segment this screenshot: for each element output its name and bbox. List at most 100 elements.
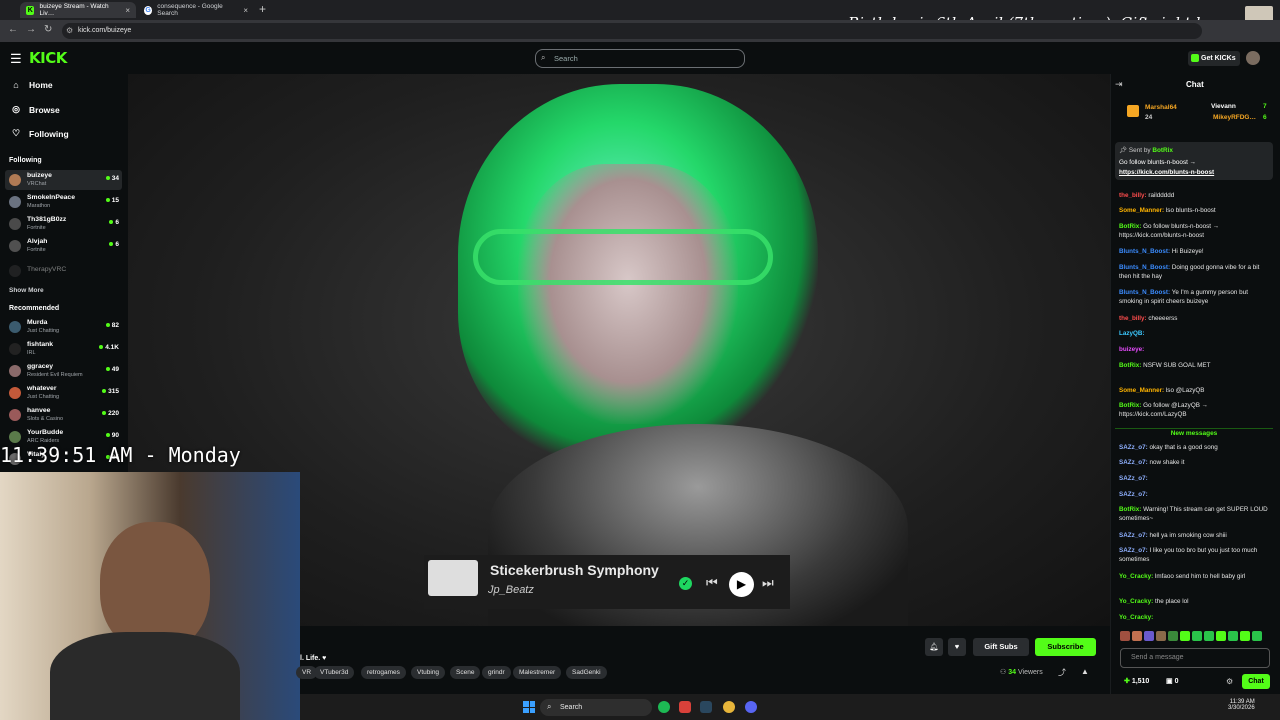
chat-username[interactable]: buizeye: bbox=[1119, 346, 1144, 353]
leaderboard-name[interactable]: Marshal64 bbox=[1145, 104, 1177, 111]
start-tile bbox=[529, 701, 535, 707]
chat-username[interactable]: Blunts_N_Boost: bbox=[1119, 264, 1170, 271]
channel-item[interactable]: Th381gB0zz Fortnite 6 bbox=[5, 214, 122, 234]
channel-item[interactable]: SmokeInPeace Marathon 15 bbox=[5, 192, 122, 212]
new-tab-button[interactable]: + bbox=[259, 2, 266, 16]
channel-item[interactable]: Murda Just Chatting 82 bbox=[5, 317, 122, 337]
channel-item[interactable]: hanvee Slots & Casino 220 bbox=[5, 405, 122, 425]
discord-icon[interactable] bbox=[745, 701, 757, 713]
close-tab-icon[interactable]: × bbox=[243, 6, 248, 15]
chat-username[interactable]: LazyQB: bbox=[1119, 330, 1145, 337]
channel-item[interactable]: ggracey Resident Evil Requiem 49 bbox=[5, 361, 122, 381]
avatar[interactable] bbox=[1246, 51, 1260, 65]
chat-username[interactable]: SAZz_o7: bbox=[1119, 475, 1148, 482]
browser-tab-google[interactable]: G consequence - Google Search × bbox=[138, 2, 254, 18]
previous-track-icon[interactable]: ⏮ bbox=[706, 575, 718, 591]
pinned-link[interactable]: https://kick.com/blunts-n-boost bbox=[1119, 169, 1214, 176]
chat-username[interactable]: SAZz_o7: bbox=[1119, 444, 1148, 451]
chat-username[interactable]: the_billy: bbox=[1119, 192, 1147, 199]
play-button[interactable]: ▶ bbox=[729, 572, 754, 597]
gift-subs-button[interactable]: Gift Subs bbox=[973, 638, 1029, 656]
channel-item[interactable]: Alvjah Fortnite 6 bbox=[5, 236, 122, 256]
chat-username[interactable]: Yo_Cracky: bbox=[1119, 573, 1153, 580]
share-icon[interactable]: ⤴ bbox=[1058, 667, 1066, 678]
chrome-icon[interactable] bbox=[723, 701, 735, 713]
collapse-chat-icon[interactable]: ⇥ bbox=[1115, 79, 1123, 90]
chat-username[interactable]: SAZz_o7: bbox=[1119, 532, 1148, 539]
leaderboard-name[interactable]: Vievann bbox=[1211, 103, 1236, 110]
start-tile bbox=[523, 701, 529, 707]
hamburger-menu-icon[interactable]: ☰ bbox=[10, 51, 22, 67]
chat-username[interactable]: Blunts_N_Boost: bbox=[1119, 289, 1170, 296]
emote-icon[interactable] bbox=[1180, 631, 1190, 641]
emote-icon[interactable] bbox=[1204, 631, 1214, 641]
tag-pill[interactable]: VTuber3d bbox=[314, 666, 355, 679]
chat-username[interactable]: BotRix: bbox=[1119, 223, 1141, 230]
emote-icon[interactable] bbox=[1216, 631, 1226, 641]
url-field[interactable]: kick.com/buizeye bbox=[62, 23, 1202, 39]
show-more-button[interactable]: Show More bbox=[9, 287, 44, 294]
emote-icon[interactable] bbox=[1156, 631, 1166, 641]
back-button[interactable]: ← bbox=[8, 24, 18, 35]
viewer-count: 6 bbox=[109, 241, 119, 248]
chat-username[interactable]: the_billy: bbox=[1119, 315, 1147, 322]
app-icon[interactable] bbox=[679, 701, 691, 713]
channel-item-offline[interactable]: TherapyVRC bbox=[5, 261, 122, 281]
tag-pill[interactable]: SadGenki bbox=[566, 666, 607, 679]
chat-message-input[interactable]: Send a message bbox=[1120, 648, 1270, 668]
new-messages-divider[interactable]: New messages bbox=[1115, 428, 1273, 438]
channel-item[interactable]: buizeye VRChat 34 bbox=[5, 170, 122, 190]
notification-bell-button[interactable]: 🔔︎ bbox=[925, 638, 943, 656]
tag-pill[interactable]: Malestremer bbox=[513, 666, 562, 679]
emote-icon[interactable] bbox=[1240, 631, 1250, 641]
emote-icon[interactable] bbox=[1120, 631, 1130, 641]
chat-username[interactable]: Blunts_N_Boost: bbox=[1119, 248, 1170, 255]
report-icon[interactable]: ▲ bbox=[1081, 667, 1089, 676]
close-tab-icon[interactable]: × bbox=[125, 6, 130, 15]
chat-username[interactable]: SAZz_o7: bbox=[1119, 491, 1148, 498]
chat-message-text: okay that is a good song bbox=[1149, 444, 1218, 451]
emote-icon[interactable] bbox=[1192, 631, 1202, 641]
emote-icon[interactable] bbox=[1144, 631, 1154, 641]
sidebar-item-following[interactable]: ♡ Following bbox=[11, 128, 69, 139]
emote-icon[interactable] bbox=[1252, 631, 1262, 641]
chat-username[interactable]: BotRix: bbox=[1119, 362, 1141, 369]
subscribe-button[interactable]: Subscribe bbox=[1035, 638, 1096, 656]
search-input[interactable]: Search bbox=[535, 49, 745, 68]
tag-pill[interactable]: grindr bbox=[482, 666, 511, 679]
channel-points: ✚ 1,510 bbox=[1124, 677, 1149, 685]
send-chat-button[interactable]: Chat bbox=[1242, 674, 1270, 689]
chat-username[interactable]: SAZz_o7: bbox=[1119, 547, 1148, 554]
channel-item[interactable]: whatever Just Chatting 315 bbox=[5, 383, 122, 403]
channel-item[interactable]: fishtank IRL 4.1K bbox=[5, 339, 122, 359]
chat-username[interactable]: Some_Manner: bbox=[1119, 207, 1164, 214]
emote-icon[interactable] bbox=[1228, 631, 1238, 641]
tag-pill[interactable]: Vtubing bbox=[411, 666, 446, 679]
chat-username[interactable]: Yo_Cracky: bbox=[1119, 614, 1153, 621]
follow-button[interactable]: ♥ bbox=[948, 638, 966, 656]
chat-username[interactable]: Some_Manner: bbox=[1119, 387, 1164, 394]
windows-start-icon[interactable] bbox=[523, 701, 535, 713]
chat-username[interactable]: BotRix: bbox=[1119, 402, 1141, 409]
forward-button[interactable]: → bbox=[26, 24, 36, 35]
tag-pill[interactable]: retrogames bbox=[361, 666, 406, 679]
emote-icon[interactable] bbox=[1168, 631, 1178, 641]
site-info-icon[interactable]: ⚙ bbox=[66, 26, 73, 35]
kick-logo[interactable]: KICK bbox=[29, 49, 67, 67]
emote-icon[interactable] bbox=[1132, 631, 1142, 641]
chat-username[interactable]: BotRix: bbox=[1119, 506, 1141, 513]
next-track-icon[interactable]: ⏭ bbox=[762, 575, 774, 591]
chat-settings-icon[interactable]: ⚙ bbox=[1226, 677, 1233, 686]
sidebar-item-browse[interactable]: ◎ Browse bbox=[11, 104, 60, 115]
leaderboard-name[interactable]: MikeyRFDG… bbox=[1213, 114, 1256, 121]
steam-icon[interactable] bbox=[700, 701, 712, 713]
reload-button[interactable]: ↻ bbox=[44, 24, 52, 35]
live-dot-icon bbox=[105, 323, 110, 328]
browser-tab-kick[interactable]: K buizeye Stream - Watch Liv… × bbox=[20, 2, 136, 18]
chat-username[interactable]: Yo_Cracky: bbox=[1119, 598, 1153, 605]
sidebar-item-home[interactable]: ⌂ Home bbox=[11, 80, 52, 90]
taskbar-search[interactable]: Search bbox=[540, 699, 652, 716]
chat-username[interactable]: SAZz_o7: bbox=[1119, 459, 1148, 466]
tag-pill[interactable]: Scene bbox=[450, 666, 481, 679]
spotify-icon[interactable] bbox=[658, 701, 670, 713]
